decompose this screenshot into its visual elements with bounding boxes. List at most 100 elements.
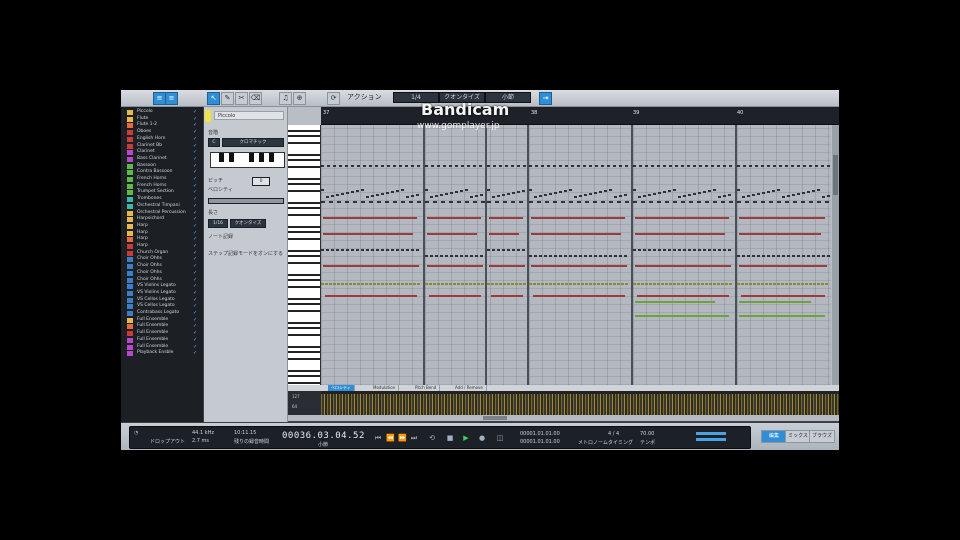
- midi-note[interactable]: [529, 165, 532, 167]
- midi-note[interactable]: [561, 283, 564, 285]
- track-visible-check-icon[interactable]: ✓: [193, 351, 197, 356]
- midi-note[interactable]: [673, 201, 677, 203]
- pencil-tool-icon[interactable]: ✎: [221, 92, 234, 105]
- midi-note[interactable]: [369, 283, 372, 285]
- midi-note[interactable]: [737, 165, 740, 167]
- midi-note[interactable]: [329, 283, 332, 285]
- midi-note[interactable]: [495, 283, 498, 285]
- midi-note[interactable]: [369, 201, 373, 203]
- midi-note[interactable]: [437, 283, 440, 285]
- midi-note[interactable]: [502, 249, 505, 251]
- track-visible-check-icon[interactable]: ✓: [193, 344, 197, 350]
- midi-note[interactable]: [341, 249, 344, 251]
- midi-note[interactable]: [433, 283, 436, 285]
- midi-note[interactable]: [399, 165, 402, 167]
- midi-note[interactable]: [749, 283, 752, 285]
- midi-note[interactable]: [470, 196, 473, 198]
- metronome-label[interactable]: メトロノーム: [578, 439, 608, 446]
- midi-note[interactable]: [427, 265, 483, 267]
- midi-note[interactable]: [531, 217, 625, 219]
- midi-note[interactable]: [648, 249, 651, 251]
- midi-note[interactable]: [577, 165, 580, 167]
- midi-note[interactable]: [797, 283, 800, 285]
- midi-note[interactable]: [425, 189, 428, 191]
- midi-note[interactable]: [635, 301, 715, 303]
- midi-note[interactable]: [739, 233, 821, 235]
- midi-note[interactable]: [625, 165, 628, 167]
- return-to-zero-icon[interactable]: ⏮: [374, 434, 382, 442]
- midi-note[interactable]: [533, 295, 625, 297]
- midi-note[interactable]: [689, 201, 693, 203]
- midi-note[interactable]: [805, 283, 808, 285]
- midi-note[interactable]: [487, 201, 491, 203]
- midi-note[interactable]: [741, 295, 825, 297]
- midi-note[interactable]: [609, 201, 613, 203]
- midi-note[interactable]: [718, 196, 721, 198]
- midi-note[interactable]: [827, 195, 830, 197]
- midi-note[interactable]: [739, 315, 825, 317]
- midi-note[interactable]: [762, 192, 765, 194]
- midi-note[interactable]: [604, 190, 607, 192]
- midi-note[interactable]: [371, 249, 374, 251]
- midi-note[interactable]: [401, 283, 404, 285]
- track-visible-check-icon[interactable]: ✓: [193, 304, 197, 309]
- midi-note[interactable]: [381, 283, 384, 285]
- midi-note[interactable]: [544, 255, 547, 257]
- scale-root-select[interactable]: C: [208, 138, 220, 147]
- midi-note[interactable]: [349, 283, 352, 285]
- midi-note[interactable]: [381, 165, 384, 167]
- midi-note[interactable]: [499, 283, 502, 285]
- midi-note[interactable]: [769, 201, 773, 203]
- midi-note[interactable]: [613, 165, 616, 167]
- midi-note[interactable]: [721, 283, 724, 285]
- track-row[interactable]: Harp ✓: [123, 230, 199, 237]
- midi-note[interactable]: [541, 283, 544, 285]
- midi-note[interactable]: [753, 283, 756, 285]
- midi-note[interactable]: [391, 249, 394, 251]
- fast-forward-icon[interactable]: ⏩: [398, 434, 407, 442]
- velocity-lane[interactable]: 127 64: [288, 391, 839, 415]
- midi-note[interactable]: [801, 201, 805, 203]
- midi-note[interactable]: [475, 255, 478, 257]
- midi-note[interactable]: [544, 194, 547, 196]
- midi-note[interactable]: [325, 283, 328, 285]
- midi-note[interactable]: [693, 283, 696, 285]
- midi-note[interactable]: [703, 249, 706, 251]
- midi-note[interactable]: [467, 165, 470, 167]
- midi-note[interactable]: [589, 255, 592, 257]
- midi-note[interactable]: [698, 249, 701, 251]
- midi-note[interactable]: [531, 233, 621, 235]
- midi-note[interactable]: [511, 165, 514, 167]
- midi-note[interactable]: [375, 165, 378, 167]
- midi-note[interactable]: [705, 283, 708, 285]
- midi-note[interactable]: [517, 249, 520, 251]
- midi-note[interactable]: [460, 255, 463, 257]
- midi-note[interactable]: [425, 283, 428, 285]
- midi-note[interactable]: [537, 283, 540, 285]
- midi-note[interactable]: [376, 194, 379, 196]
- midi-note[interactable]: [565, 165, 568, 167]
- midi-note[interactable]: [742, 255, 745, 257]
- track-visible-check-icon[interactable]: ✓: [193, 277, 197, 283]
- midi-note[interactable]: [534, 196, 537, 198]
- midi-note[interactable]: [449, 283, 452, 285]
- track-visible-check-icon[interactable]: ✓: [193, 297, 197, 303]
- track-visible-check-icon[interactable]: ✓: [193, 311, 197, 316]
- midi-note[interactable]: [717, 165, 720, 167]
- midi-note[interactable]: [817, 283, 820, 285]
- track-row[interactable]: Clarinet Bb ✓: [123, 143, 199, 150]
- track-row[interactable]: Piccolo ✓: [123, 109, 199, 116]
- midi-note[interactable]: [815, 165, 818, 167]
- midi-note[interactable]: [827, 255, 830, 257]
- midi-note[interactable]: [450, 192, 453, 194]
- go-to-end-icon[interactable]: ⏭: [410, 434, 418, 442]
- midi-note[interactable]: [785, 165, 788, 167]
- midi-note[interactable]: [705, 201, 709, 203]
- midi-note[interactable]: [323, 233, 413, 235]
- midi-note[interactable]: [729, 201, 733, 203]
- midi-note[interactable]: [827, 165, 830, 167]
- midi-note[interactable]: [723, 195, 726, 197]
- midi-note[interactable]: [387, 165, 390, 167]
- track-visible-check-icon[interactable]: ✓: [193, 130, 197, 135]
- midi-note[interactable]: [480, 255, 483, 257]
